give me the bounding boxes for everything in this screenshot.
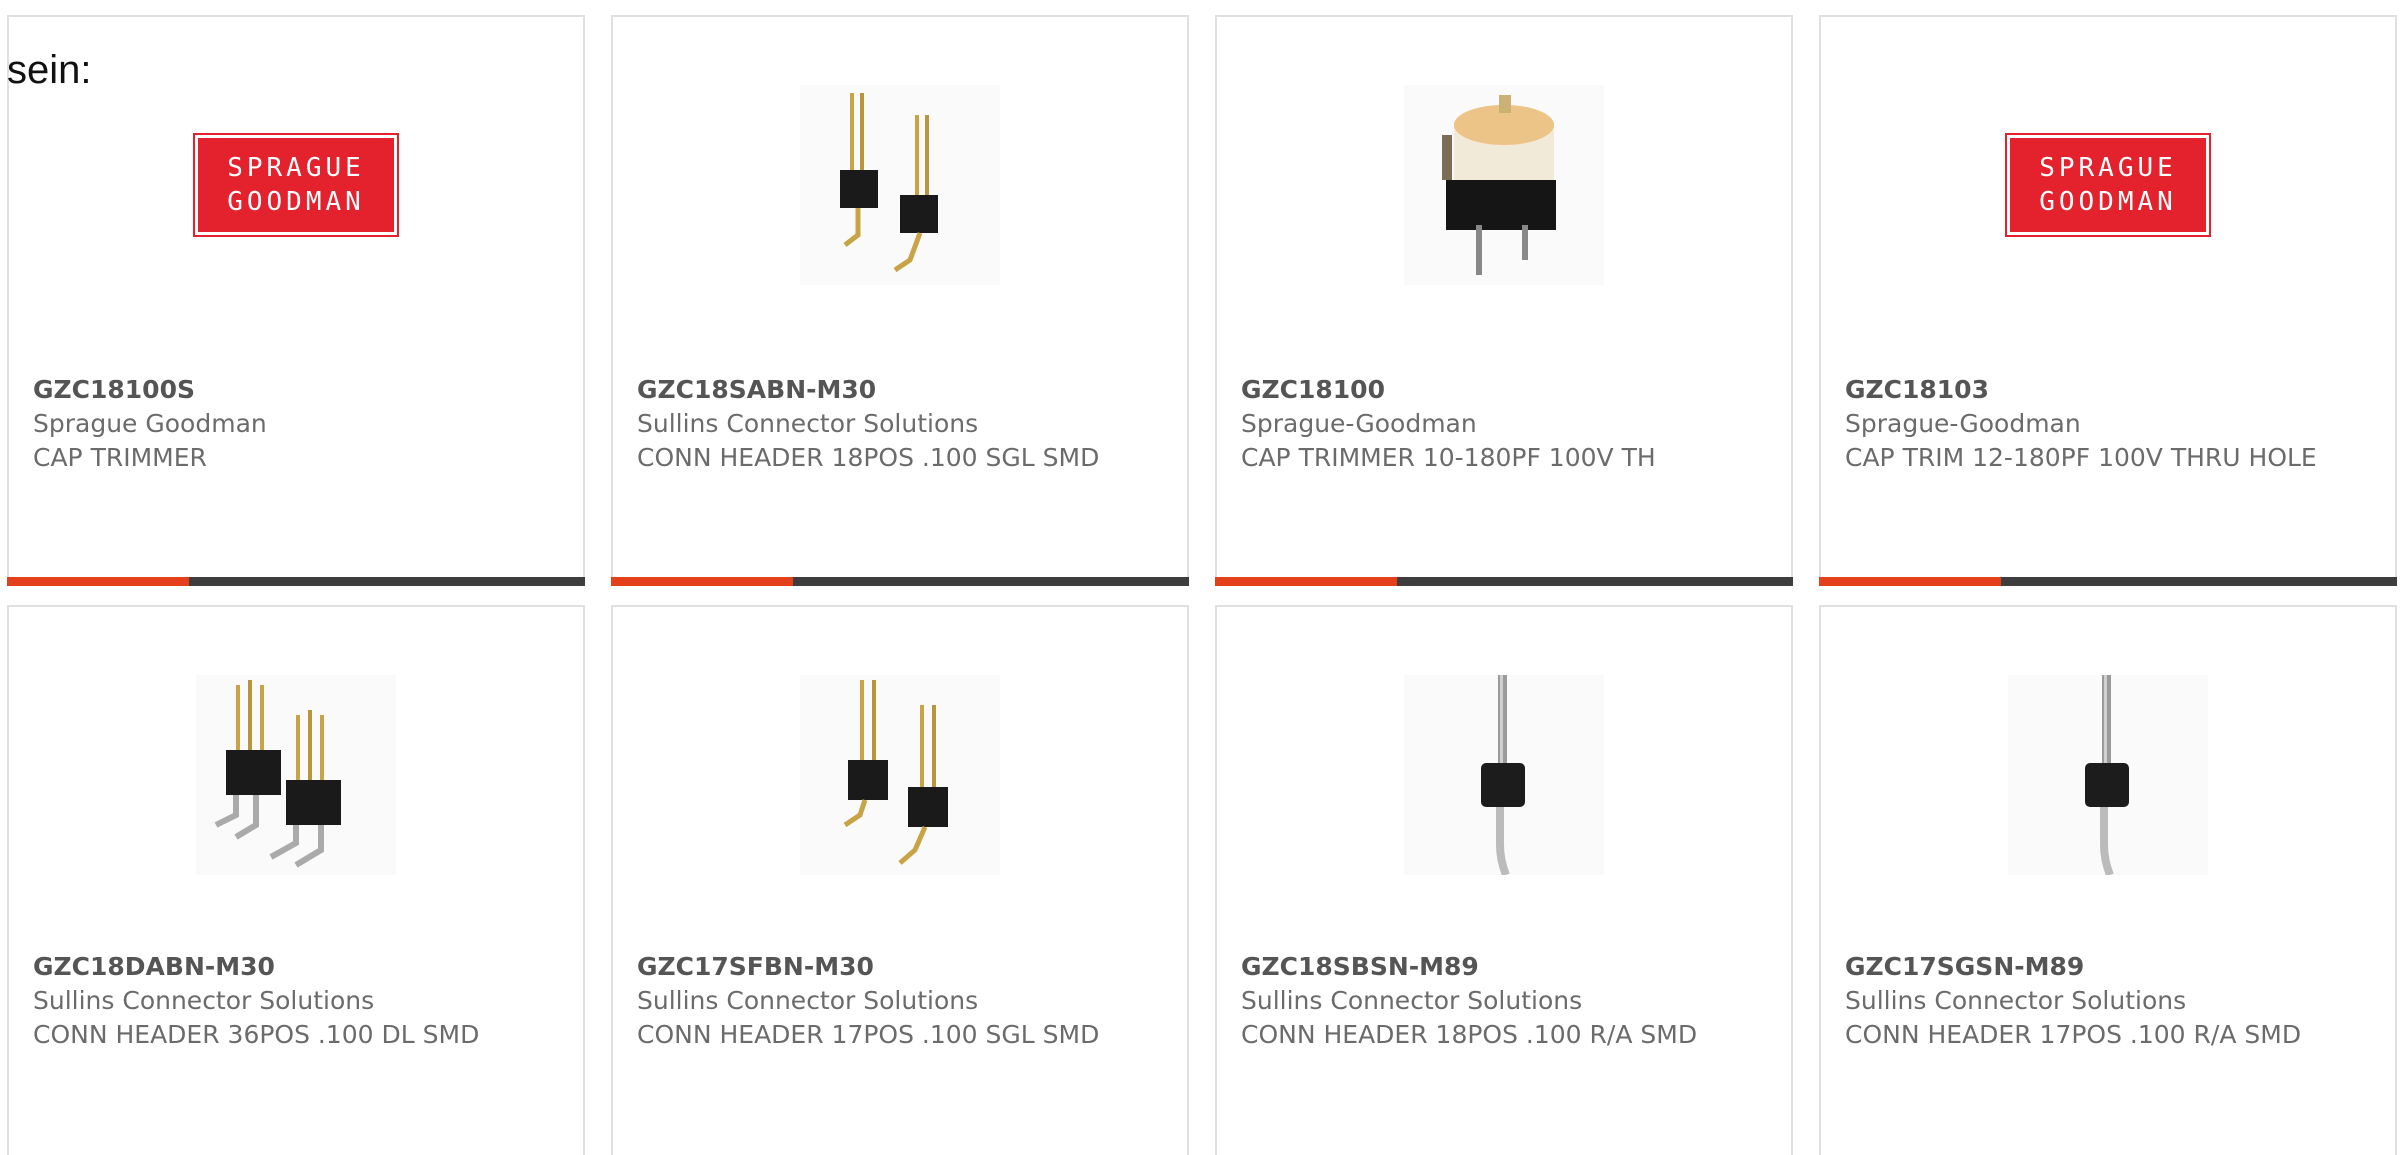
manufacturer: Sprague-Goodman (1845, 409, 2081, 438)
description: CONN HEADER 18POS .100 R/A SMD (1241, 1020, 1698, 1049)
manufacturer: Sprague Goodman (33, 409, 267, 438)
card-accent-bar (1819, 577, 2397, 586)
part-number-link[interactable]: GZC18100 (1241, 373, 1731, 407)
manufacturer: Sullins Connector Solutions (637, 986, 979, 1015)
manufacturer: Sullins Connector Solutions (637, 409, 979, 438)
manufacturer: Sullins Connector Solutions (33, 986, 375, 1015)
product-image[interactable] (1217, 675, 1791, 875)
card-accent-bar (611, 577, 1189, 586)
description: CONN HEADER 17POS .100 R/A SMD (1845, 1020, 2302, 1049)
part-number-link[interactable]: GZC18DABN-M30 (33, 950, 523, 984)
sprague-goodman-logo: SPRAGUE GOODMAN (2005, 133, 2211, 237)
part-number-link[interactable]: GZC18SABN-M30 (637, 373, 1127, 407)
product-card[interactable]: GZC18DABN-M30 Sullins Connector Solution… (7, 605, 585, 1155)
manufacturer: Sullins Connector Solutions (1845, 986, 2187, 1015)
manufacturer: Sullins Connector Solutions (1241, 986, 1583, 1015)
description: CONN HEADER 18POS .100 SGL SMD (637, 443, 1100, 472)
description: CONN HEADER 36POS .100 DL SMD (33, 1020, 480, 1049)
product-card[interactable]: SPRAGUE GOODMAN GZC18100S Sprague Goodma… (7, 15, 585, 586)
product-card[interactable]: GZC18SBSN-M89 Sullins Connector Solution… (1215, 605, 1793, 1155)
product-card[interactable]: SPRAGUE GOODMAN GZC18103 Sprague-Goodman… (1819, 15, 2397, 586)
product-image[interactable] (613, 675, 1187, 875)
product-card[interactable]: GZC17SGSN-M89 Sullins Connector Solution… (1819, 605, 2397, 1155)
description: CAP TRIMMER 10-180PF 100V TH (1241, 443, 1656, 472)
product-card[interactable]: GZC18100 Sprague-Goodman CAP TRIMMER 10-… (1215, 15, 1793, 586)
part-number-link[interactable]: GZC18SBSN-M89 (1241, 950, 1731, 984)
part-number-link[interactable]: GZC18100S (33, 373, 523, 407)
description: CAP TRIM 12-180PF 100V THRU HOLE (1845, 443, 2317, 472)
product-image[interactable]: SPRAGUE GOODMAN (1821, 85, 2395, 285)
product-image[interactable] (1821, 675, 2395, 875)
product-grid-page: sein: SPRAGUE GOODMAN GZC18100S Sprague … (0, 0, 2400, 1155)
trimmer-capacitor-photo (1404, 85, 1604, 285)
pin-header-dual-row-photo (196, 675, 396, 875)
product-card[interactable]: GZC17SFBN-M30 Sullins Connector Solution… (611, 605, 1189, 1155)
product-image[interactable]: SPRAGUE GOODMAN (9, 85, 583, 285)
description: CAP TRIMMER (33, 443, 207, 472)
description: CONN HEADER 17POS .100 SGL SMD (637, 1020, 1100, 1049)
product-image[interactable] (9, 675, 583, 875)
part-number-link[interactable]: GZC17SFBN-M30 (637, 950, 1127, 984)
product-card[interactable]: GZC18SABN-M30 Sullins Connector Solution… (611, 15, 1189, 586)
single-pin-right-angle-photo (2008, 675, 2208, 875)
card-accent-bar (7, 577, 585, 586)
product-image[interactable] (613, 85, 1187, 285)
part-number-link[interactable]: GZC17SGSN-M89 (1845, 950, 2335, 984)
single-pin-right-angle-photo (1404, 675, 1604, 875)
sprague-goodman-logo: SPRAGUE GOODMAN (193, 133, 399, 237)
part-number-link[interactable]: GZC18103 (1845, 373, 2335, 407)
card-accent-bar (1215, 577, 1793, 586)
manufacturer: Sprague-Goodman (1241, 409, 1477, 438)
pin-header-single-row-photo (800, 85, 1000, 285)
product-image[interactable] (1217, 85, 1791, 285)
intro-text: sein: (7, 48, 92, 92)
pin-header-single-row-photo (800, 675, 1000, 875)
